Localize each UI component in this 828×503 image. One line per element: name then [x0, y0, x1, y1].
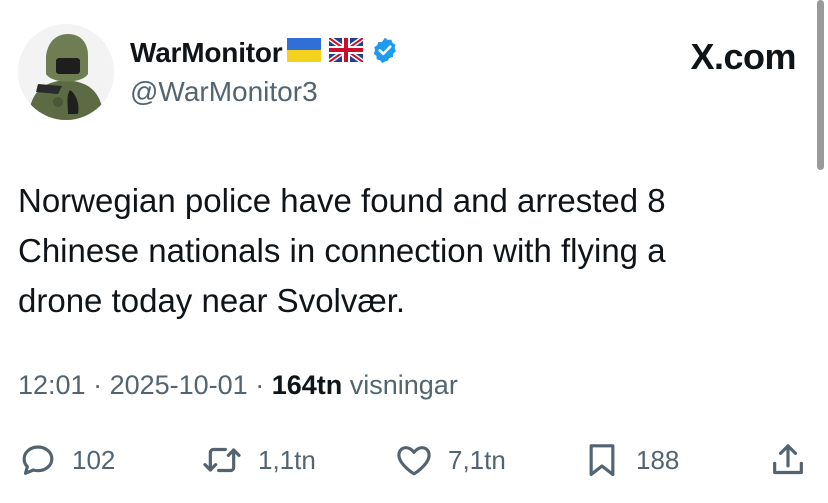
avatar[interactable]: [18, 24, 114, 120]
repost-icon: [200, 440, 244, 480]
tweet-time[interactable]: 12:01: [18, 370, 86, 400]
tweet-date[interactable]: 2025-10-01: [110, 370, 248, 400]
author-handle[interactable]: @WarMonitor3: [130, 76, 318, 108]
bookmark-icon: [582, 440, 622, 480]
like-count: 7,1tn: [448, 444, 506, 475]
bookmark-count: 188: [636, 444, 680, 475]
views-count: 164tn: [271, 370, 343, 400]
scrollbar[interactable]: [817, 0, 824, 170]
uk-flag-icon: [327, 35, 364, 67]
share-icon: [768, 440, 808, 480]
views-label: visningar: [342, 370, 458, 400]
heart-icon: [394, 440, 434, 480]
repost-button[interactable]: 1,1tn: [200, 438, 316, 482]
tweet-meta: 12:01 · 2025-10-01 · 164tn visningar: [18, 370, 458, 401]
reply-icon: [18, 440, 58, 480]
author-name-row: WarMonitor: [130, 35, 399, 69]
tweet-text: Norwegian police have found and arrested…: [18, 182, 666, 319]
verified-badge-icon: [371, 36, 399, 69]
reply-count: 102: [72, 444, 116, 475]
meta-separator: ·: [247, 370, 272, 400]
meta-separator: ·: [85, 370, 110, 400]
like-button[interactable]: 7,1tn: [394, 438, 506, 482]
ukraine-flag-icon: [286, 38, 321, 67]
reply-button[interactable]: 102: [18, 438, 115, 482]
author-name[interactable]: WarMonitor: [130, 37, 283, 69]
share-button[interactable]: [768, 438, 808, 482]
repost-count: 1,1tn: [258, 444, 316, 475]
bookmark-button[interactable]: 188: [582, 438, 679, 482]
brand-logo: X.com: [690, 36, 796, 77]
action-bar: 102 1,1tn 7,1tn 188: [0, 438, 828, 482]
